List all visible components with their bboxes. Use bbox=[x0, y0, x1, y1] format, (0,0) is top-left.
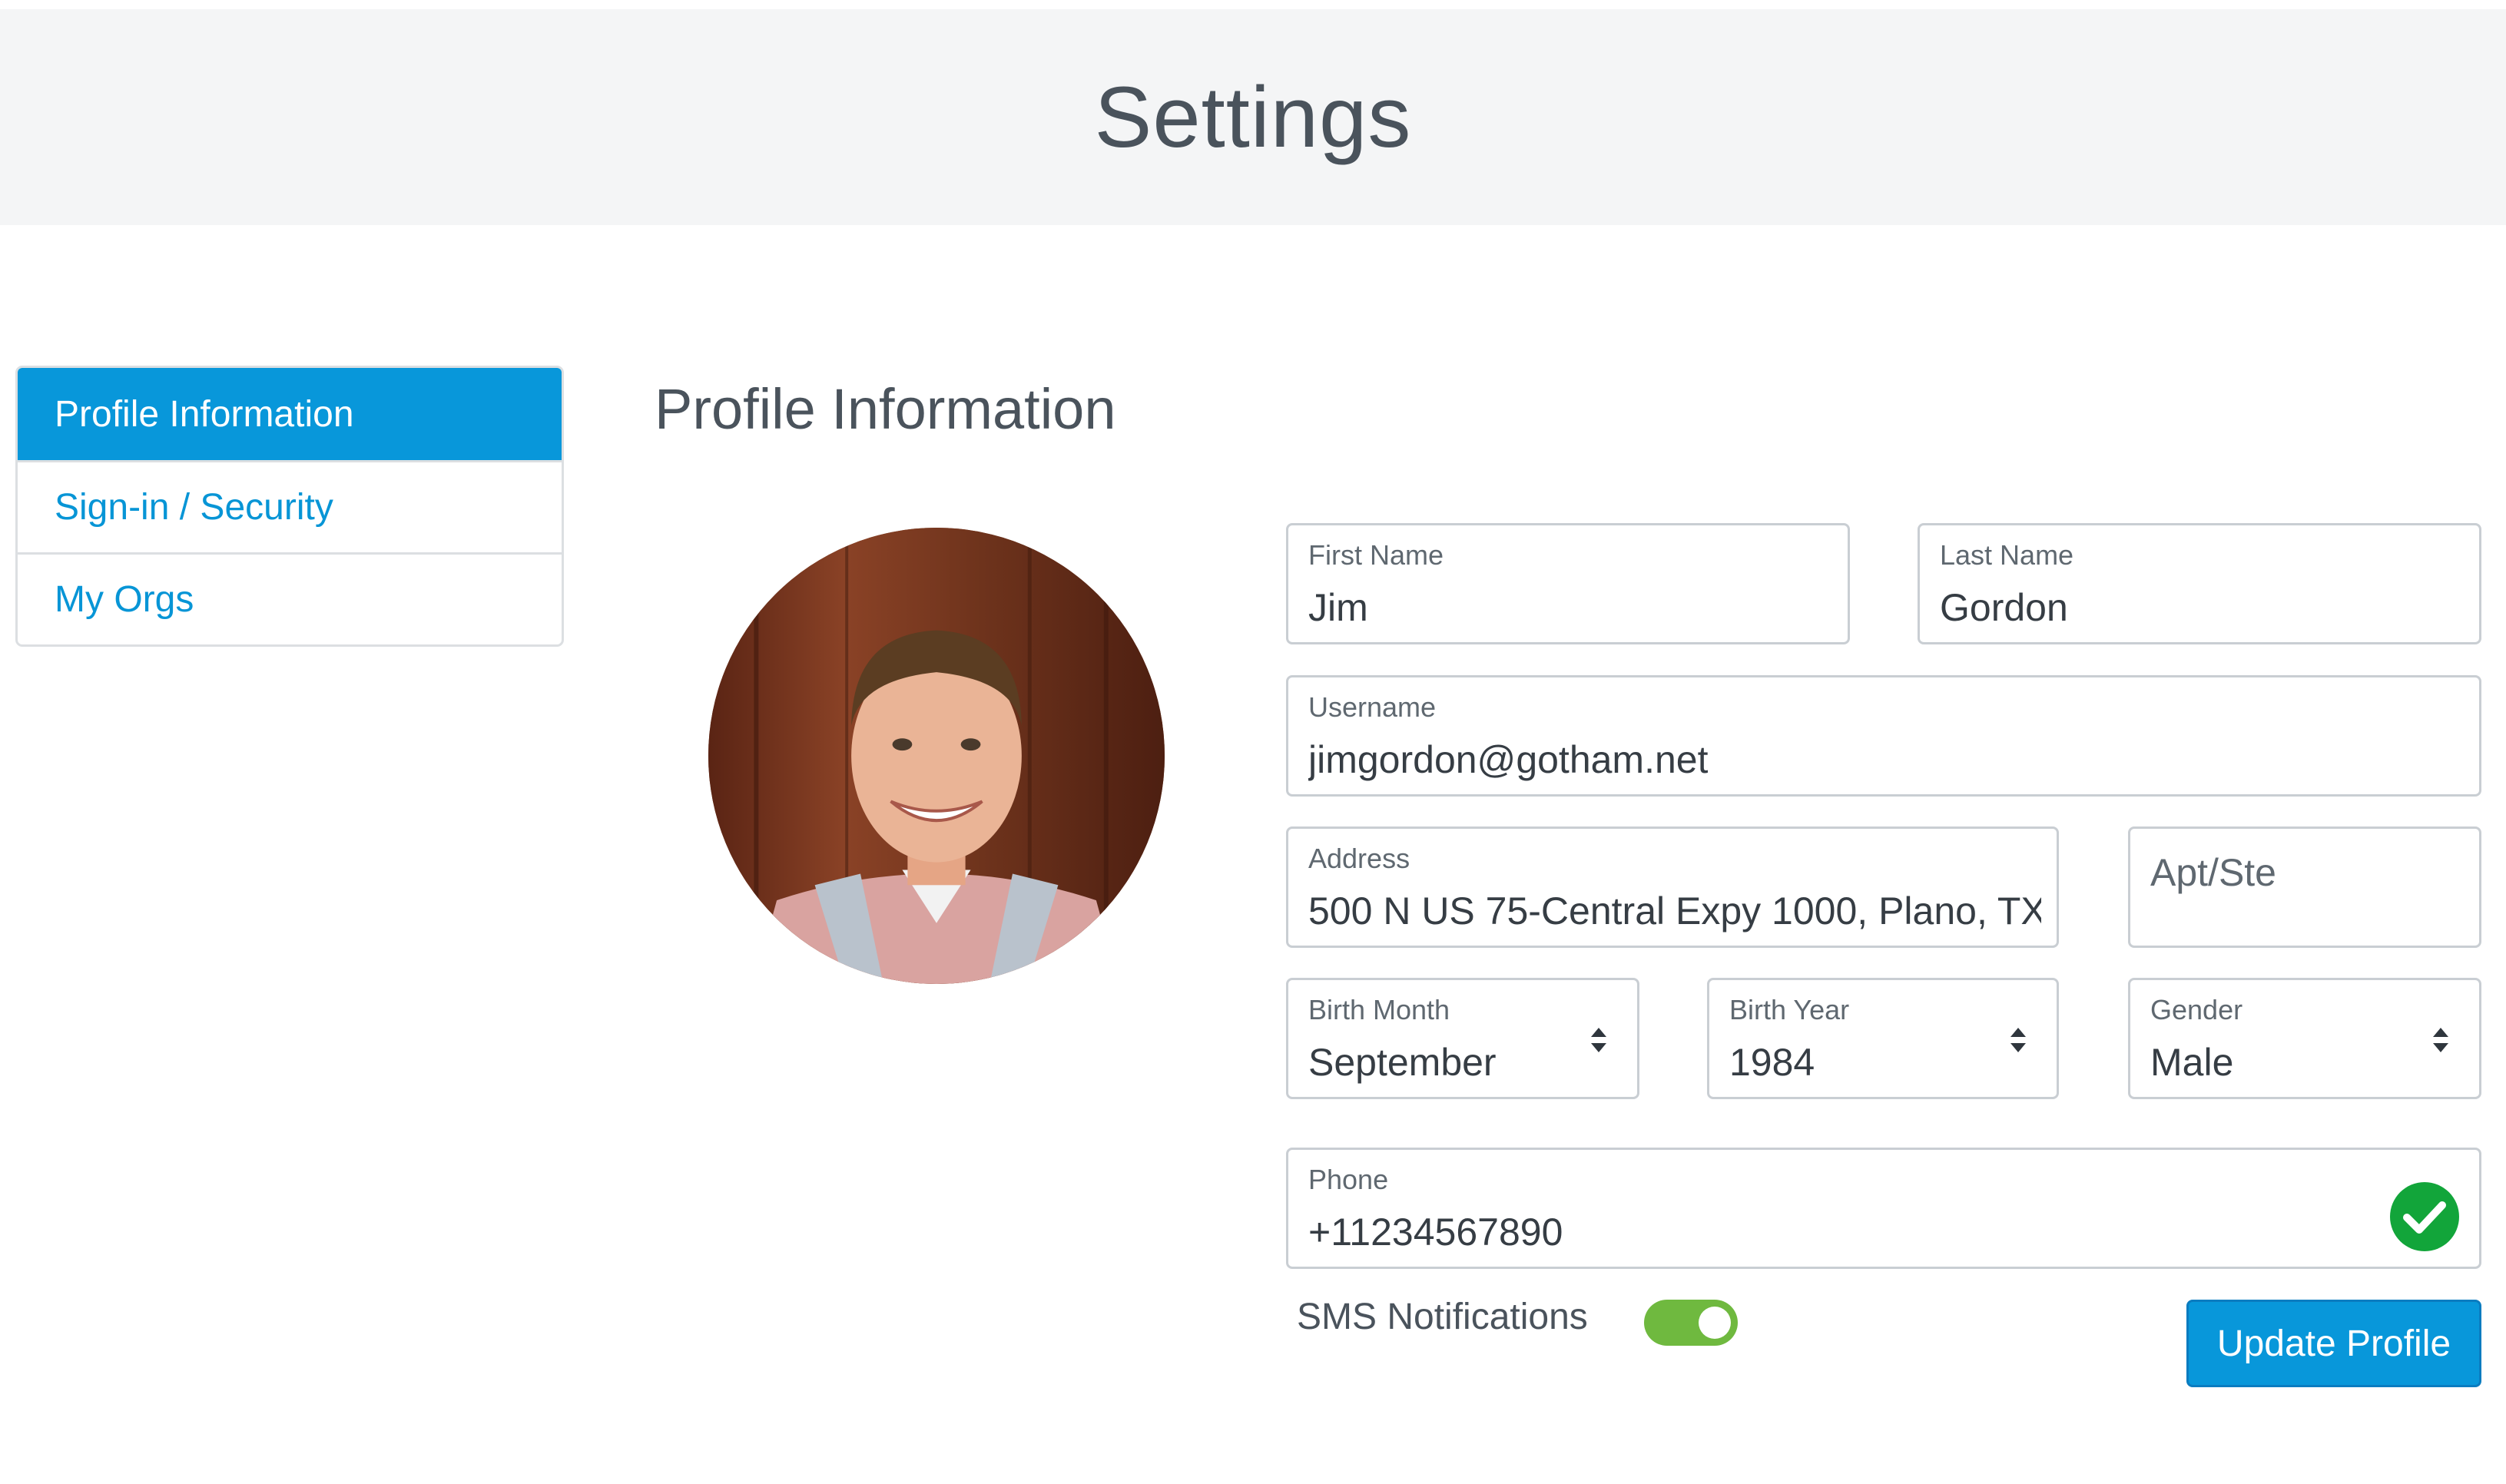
settings-sidebar: Profile Information Sign-in / Security M… bbox=[15, 366, 564, 647]
select-arrows-icon bbox=[2010, 1028, 2026, 1052]
phone-field[interactable]: Phone +11234567890 bbox=[1286, 1148, 2481, 1269]
profile-photo-icon bbox=[708, 528, 1165, 984]
gender-label: Gender bbox=[2150, 994, 2243, 1025]
page-header: Settings bbox=[0, 9, 2506, 225]
update-profile-button[interactable]: Update Profile bbox=[2186, 1300, 2481, 1387]
last-name-value[interactable]: Gordon bbox=[1940, 585, 2068, 630]
username-label: Username bbox=[1308, 691, 1437, 723]
select-arrows-icon bbox=[1591, 1028, 1606, 1052]
last-name-field[interactable]: Last Name Gordon bbox=[1918, 523, 2481, 644]
sidebar-item-label: My Orgs bbox=[55, 579, 194, 620]
toggle-knob bbox=[1699, 1307, 1731, 1339]
sidebar-item-label: Profile Information bbox=[55, 393, 354, 435]
first-name-label: First Name bbox=[1308, 539, 1444, 571]
birth-year-label: Birth Year bbox=[1729, 994, 1850, 1025]
apt-ste-placeholder: Apt/Ste bbox=[2150, 851, 2276, 894]
sms-notifications-toggle[interactable] bbox=[1644, 1300, 1738, 1346]
page-title: Settings bbox=[1094, 69, 1412, 165]
phone-value[interactable]: +11234567890 bbox=[1308, 1210, 1563, 1254]
gender-value: Male bbox=[2150, 1041, 2234, 1084]
sidebar-item-profile-information[interactable]: Profile Information bbox=[18, 368, 562, 460]
sms-notifications-label: SMS Notifications bbox=[1297, 1297, 1588, 1337]
apt-ste-field[interactable]: Apt/Ste bbox=[2128, 826, 2481, 948]
username-field[interactable]: Username jimgordon@gotham.net bbox=[1286, 675, 2481, 797]
last-name-label: Last Name bbox=[1940, 539, 2074, 571]
update-profile-label: Update Profile bbox=[2216, 1323, 2451, 1364]
first-name-field[interactable]: First Name Jim bbox=[1286, 523, 1850, 644]
birth-month-value: September bbox=[1308, 1041, 1497, 1084]
address-field[interactable]: Address 500 N US 75-Central Expy 1000, P… bbox=[1286, 826, 2059, 948]
sidebar-item-sign-in-security[interactable]: Sign-in / Security bbox=[18, 460, 562, 552]
birth-year-value: 1984 bbox=[1729, 1041, 1815, 1084]
birth-year-select[interactable]: Birth Year 1984 bbox=[1707, 978, 2059, 1099]
first-name-value[interactable]: Jim bbox=[1308, 585, 1368, 630]
birth-month-select[interactable]: Birth Month September bbox=[1286, 978, 1639, 1099]
select-arrows-icon bbox=[2433, 1028, 2448, 1052]
phone-label: Phone bbox=[1308, 1164, 1389, 1195]
profile-avatar[interactable] bbox=[708, 528, 1165, 984]
section-title: Profile Information bbox=[655, 377, 1116, 441]
address-label: Address bbox=[1308, 843, 1410, 874]
username-value[interactable]: jimgordon@gotham.net bbox=[1308, 737, 1708, 782]
address-value[interactable]: 500 N US 75-Central Expy 1000, Plano, TX… bbox=[1308, 889, 2041, 933]
check-circle-icon bbox=[2390, 1182, 2459, 1251]
sidebar-item-my-orgs[interactable]: My Orgs bbox=[18, 552, 562, 644]
birth-month-label: Birth Month bbox=[1308, 994, 1450, 1025]
gender-select[interactable]: Gender Male bbox=[2128, 978, 2481, 1099]
sidebar-item-label: Sign-in / Security bbox=[55, 487, 333, 528]
